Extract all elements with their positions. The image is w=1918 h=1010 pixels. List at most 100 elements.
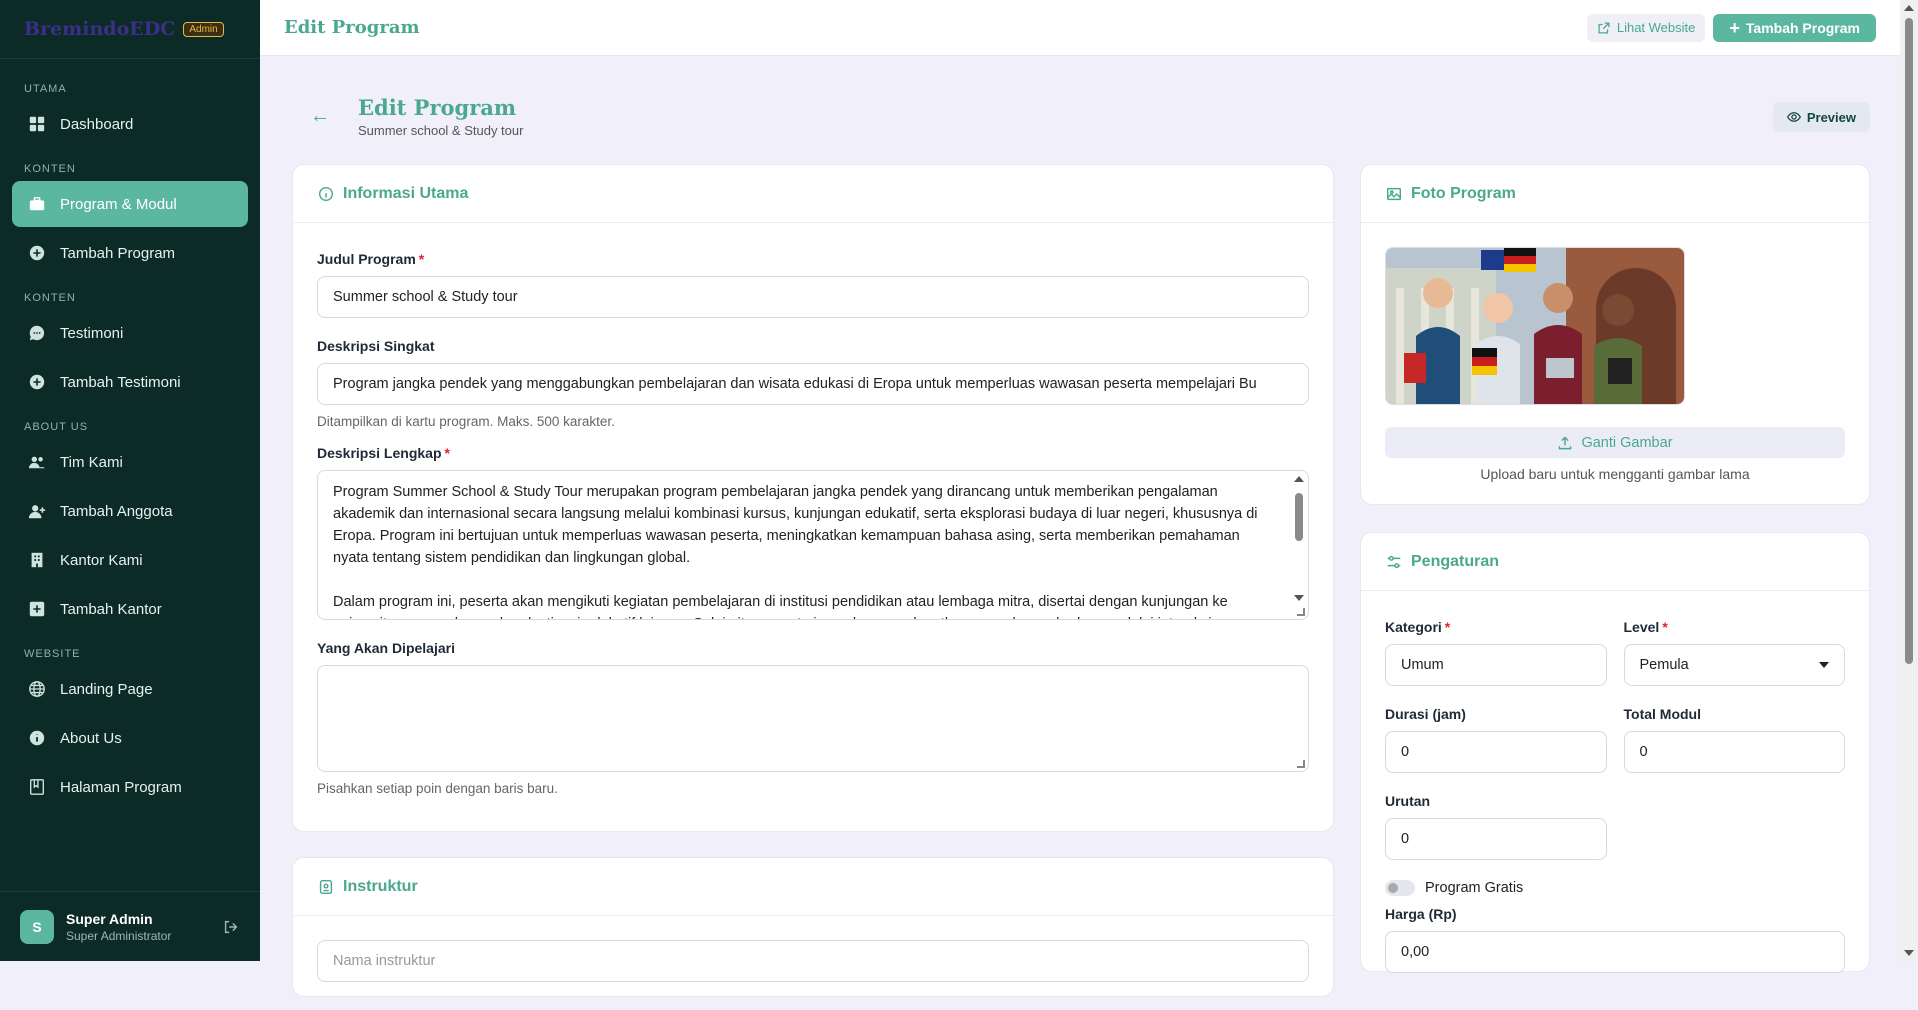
modules-input[interactable]: 0 bbox=[1623, 731, 1845, 773]
sidebar-nav: UTAMA Dashboard KONTEN Program & Modul Tamba… bbox=[0, 73, 260, 810]
level-field: Level * Pemula bbox=[1623, 619, 1846, 686]
admin-badge: Admin bbox=[183, 21, 224, 37]
user-info: Super Admin Super Administrator bbox=[66, 911, 210, 943]
students-photo-illustration bbox=[1386, 248, 1684, 404]
instructor-card: Instruktur Nama instruktur bbox=[292, 857, 1334, 997]
instructor-body: Nama instruktur bbox=[293, 916, 1333, 1010]
learn-textarea[interactable] bbox=[317, 665, 1309, 772]
page-scrollbar[interactable] bbox=[1900, 0, 1918, 961]
sidebar-item-tambah-anggota[interactable]: Tambah Anggota bbox=[12, 488, 248, 534]
instructor-input[interactable]: Nama instruktur bbox=[317, 940, 1309, 982]
main-info-card: Informasi Utama Judul Program * Summer sc… bbox=[292, 164, 1334, 832]
sidebar-item-program-modul[interactable]: Program & Modul bbox=[12, 181, 248, 227]
textarea-scroll-up[interactable] bbox=[1294, 476, 1304, 482]
preview-button[interactable]: Preview bbox=[1772, 102, 1870, 132]
upload-hint: Upload baru untuk mengganti gambar lama bbox=[1480, 466, 1750, 482]
sidebar-item-label: Tambah Anggota bbox=[60, 502, 173, 520]
sidebar-item-tim-kami[interactable]: Tim Kami bbox=[12, 439, 248, 485]
full-desc-textarea[interactable]: Program Summer School & Study Tour merup… bbox=[317, 470, 1309, 620]
page-title: Edit Program bbox=[358, 95, 517, 120]
resize-grip-icon[interactable] bbox=[1297, 760, 1305, 768]
resize-grip-icon[interactable] bbox=[1297, 608, 1305, 616]
duration-label: Durasi (jam) bbox=[1385, 706, 1466, 722]
duration-field: Durasi (jam) 0 bbox=[1385, 706, 1607, 773]
main-content: ← Edit Program Summer school & Study tou… bbox=[260, 57, 1900, 997]
add-program-button[interactable]: + Tambah Program bbox=[1713, 13, 1876, 42]
view-website-button[interactable]: Lihat Website bbox=[1586, 13, 1706, 42]
scroll-thumb[interactable] bbox=[1905, 18, 1913, 664]
level-select[interactable]: Pemula bbox=[1623, 644, 1845, 686]
eye-icon bbox=[1786, 110, 1801, 124]
duration-input[interactable]: 0 bbox=[1385, 731, 1607, 773]
user-panel: S Super Admin Super Administrator bbox=[0, 891, 260, 961]
short-desc-hint: Ditampilkan di kartu program. Maks. 500 … bbox=[317, 414, 615, 429]
back-arrow-icon[interactable]: ← bbox=[310, 105, 330, 128]
required-mark: * bbox=[1662, 619, 1668, 635]
info-circle-icon bbox=[317, 185, 335, 203]
modules-label: Total Modul bbox=[1623, 706, 1702, 722]
free-toggle-row: Program Gratis bbox=[1385, 880, 1845, 897]
logout-icon[interactable] bbox=[222, 918, 240, 936]
sidebar-section-title: ABOUT US bbox=[24, 421, 89, 433]
instructor-header: Instruktur bbox=[293, 858, 1333, 916]
topbar: Edit Program Lihat Website + Tambah Prog… bbox=[260, 0, 1900, 56]
add-program-label: Tambah Program bbox=[1745, 19, 1860, 36]
sidebar-item-testimoni[interactable]: Testimoni bbox=[12, 310, 248, 356]
textarea-scrollbar[interactable] bbox=[1292, 473, 1306, 617]
full-desc-field-label: Deskripsi Lengkap * bbox=[317, 445, 1309, 461]
page-subtitle: Summer school & Study tour bbox=[358, 123, 524, 138]
learn-hint: Pisahkan setiap poin dengan baris baru. bbox=[317, 781, 558, 796]
sidebar-item-dashboard[interactable]: Dashboard bbox=[12, 101, 248, 147]
full-desc-paragraph-2: Dalam program ini, peserta akan mengikut… bbox=[333, 594, 1228, 619]
category-label: Kategori * bbox=[1385, 619, 1607, 635]
sidebar: BremindoEDC Admin UTAMA Dashboard KONTEN Pr… bbox=[0, 0, 260, 961]
category-field: Kategori * Umum bbox=[1385, 619, 1607, 686]
required-mark: * bbox=[418, 251, 425, 267]
sidebar-item-tambah-program[interactable]: Tambah Program bbox=[12, 230, 248, 276]
sidebar-item-tambah-testimoni[interactable]: Tambah Testimoni bbox=[12, 359, 248, 405]
topbar-title: Edit Program bbox=[284, 17, 420, 38]
sidebar-item-about-us[interactable]: About Us bbox=[12, 715, 248, 761]
textarea-scroll-thumb[interactable] bbox=[1295, 493, 1303, 541]
sidebar-item-label: Tim Kami bbox=[60, 453, 123, 471]
sidebar-item-tambah-kantor[interactable]: Tambah Kantor bbox=[12, 586, 248, 632]
sidebar-item-halaman-program[interactable]: Halaman Program bbox=[12, 764, 248, 810]
textarea-scroll-down[interactable] bbox=[1294, 595, 1304, 601]
title-input[interactable]: Summer school & Study tour bbox=[317, 276, 1309, 318]
dashboard-icon bbox=[28, 115, 46, 133]
price-input[interactable]: 0,00 bbox=[1385, 931, 1845, 974]
required-mark: * bbox=[444, 445, 450, 461]
scroll-down-arrow[interactable] bbox=[1904, 950, 1914, 956]
learn-label: Yang Akan Dipelajari bbox=[317, 640, 455, 656]
settings-row-1: Kategori * Umum Level * Pemula bbox=[1385, 619, 1845, 686]
user-name: Super Admin bbox=[66, 910, 153, 927]
category-input[interactable]: Umum bbox=[1385, 644, 1607, 686]
order-label: Urutan bbox=[1385, 793, 1431, 809]
plus-circle-icon bbox=[28, 373, 46, 391]
main-info-header: Informasi Utama bbox=[293, 165, 1333, 223]
info-icon bbox=[28, 729, 46, 747]
chat-icon bbox=[28, 324, 46, 342]
brand-logo[interactable]: BremindoEDC bbox=[24, 18, 175, 40]
avatar[interactable]: S bbox=[20, 909, 54, 944]
change-image-label: Ganti Gambar bbox=[1581, 434, 1673, 451]
sidebar-item-landing-page[interactable]: Landing Page bbox=[12, 666, 248, 712]
level-select-value: Pemula bbox=[1639, 657, 1689, 673]
sidebar-item-kantor-kami[interactable]: Kantor Kami bbox=[12, 537, 248, 583]
change-image-button[interactable]: Ganti Gambar bbox=[1385, 427, 1845, 458]
settings-card: Pengaturan Kategori * Umum Level * Pemula bbox=[1360, 532, 1870, 974]
sidebar-item-label: Tambah Testimoni bbox=[60, 373, 181, 391]
short-desc-input[interactable]: Program jangka pendek yang menggabungkan… bbox=[317, 363, 1309, 405]
order-input[interactable]: 0 bbox=[1385, 818, 1607, 860]
scroll-up-arrow[interactable] bbox=[1904, 5, 1914, 11]
main-info-body: Judul Program * Summer school & Study tou… bbox=[293, 223, 1333, 824]
users-icon bbox=[28, 453, 46, 471]
sidebar-section-title: WEBSITE bbox=[24, 648, 81, 660]
external-link-icon bbox=[1597, 21, 1611, 35]
level-label: Level * bbox=[1624, 619, 1846, 635]
sidebar-item-label: Landing Page bbox=[60, 680, 153, 698]
title-label-text: Judul Program bbox=[317, 251, 416, 267]
brand: BremindoEDC Admin bbox=[0, 0, 260, 58]
required-mark: * bbox=[1444, 619, 1451, 635]
free-program-toggle[interactable] bbox=[1385, 880, 1415, 897]
